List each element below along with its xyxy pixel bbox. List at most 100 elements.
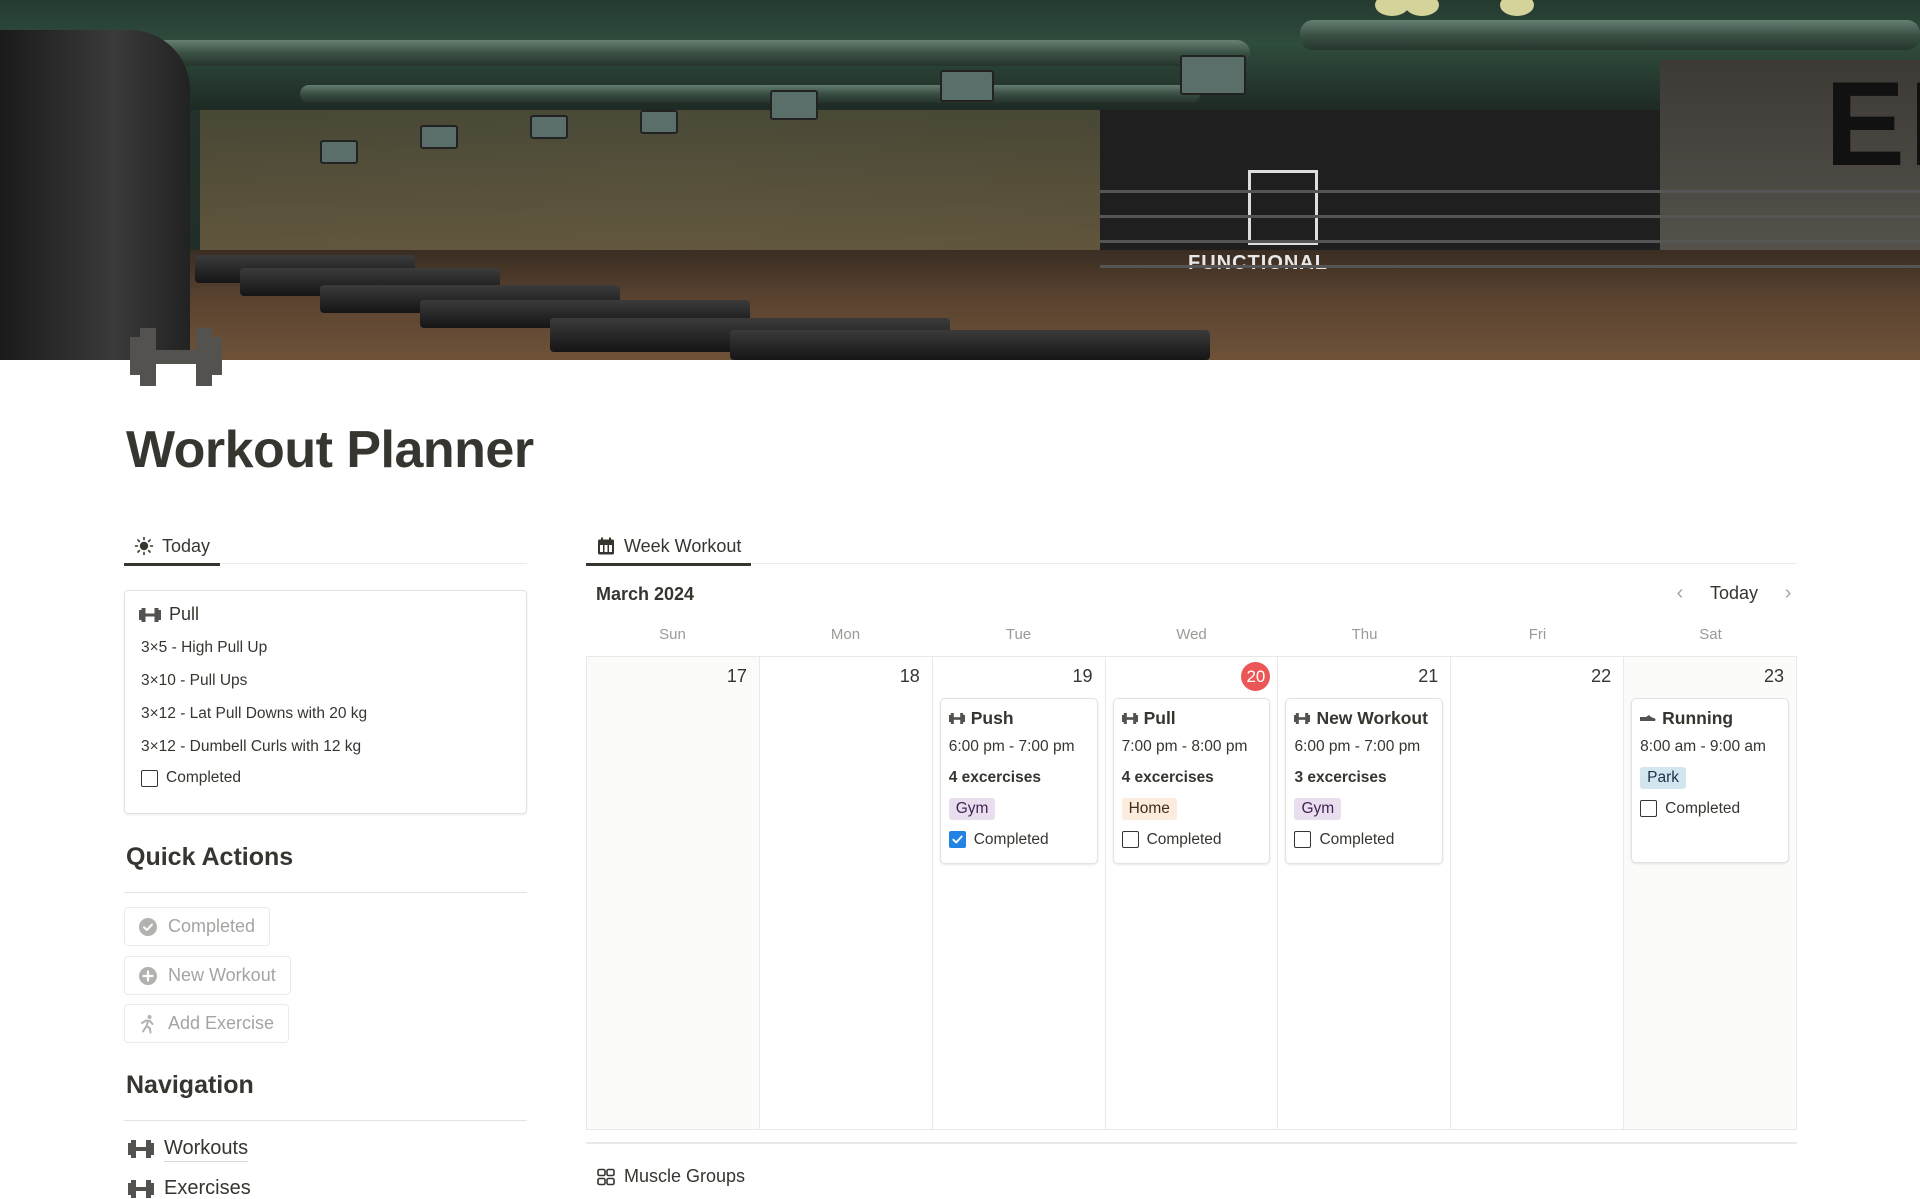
day-number: 22 (1591, 666, 1612, 686)
sun-icon (134, 536, 154, 556)
tab-today[interactable]: Today (124, 528, 221, 566)
event-exercise-count: 3 excercises (1294, 769, 1387, 786)
dow-label: Sat (1699, 626, 1722, 643)
calendar-day-cell[interactable]: 19 Push 6:00 pm - 7:00 pm 4 excercises Gym Co… (932, 657, 1106, 1129)
nav-workouts-link[interactable]: Workouts (128, 1135, 249, 1162)
event-title-text: Running (1662, 707, 1734, 728)
today-completed-checkbox[interactable] (141, 769, 158, 787)
chevron-left-icon[interactable]: ‹ (1670, 582, 1690, 605)
day-number: 21 (1418, 666, 1439, 686)
dumbbell-icon (1294, 712, 1311, 724)
page-title: Workout Planner (126, 421, 534, 479)
event-completed-label: Completed (973, 830, 1049, 848)
calendar-month-label: March 2024 (596, 584, 695, 604)
day-of-week-header: Sun Mon Tue Wed Thu Fri Sat (586, 626, 1797, 643)
event-completed-checkbox[interactable] (1640, 800, 1658, 817)
nav-workouts-label: Workouts (164, 1135, 249, 1162)
calendar-today-button[interactable]: Today (1704, 583, 1764, 604)
event-card[interactable]: Pull 7:00 pm - 8:00 pm 4 excercises Home Com… (1112, 698, 1271, 864)
tab-week-workout[interactable]: Week Workout (586, 528, 752, 566)
section-divider (586, 1142, 1797, 1144)
add-exercise-button[interactable]: Add Exercise (124, 1004, 290, 1043)
event-title: Pull (1121, 705, 1262, 731)
today-date-badge: 20 (1241, 662, 1271, 691)
dumbbell-icon (139, 607, 161, 622)
calendar-day-cell[interactable]: 21 New Workout 6:00 pm - 7:00 pm 3 excercis… (1278, 657, 1452, 1129)
gallery-grid-icon (597, 1168, 615, 1185)
calendar-day-cell[interactable]: 20 Pull 7:00 pm - 8:00 pm 4 excercises Home C… (1105, 657, 1279, 1129)
chevron-right-icon[interactable]: › (1778, 582, 1798, 605)
location-tag: Home (1121, 797, 1177, 820)
dow-label: Wed (1176, 626, 1207, 643)
event-completed-row: Completed (948, 824, 1089, 855)
plus-circle-icon (139, 966, 157, 985)
event-card[interactable]: Push 6:00 pm - 7:00 pm 4 excercises Gym Comp… (939, 698, 1098, 864)
dow-label: Thu (1351, 626, 1378, 643)
tab-today-label: Today (162, 535, 211, 556)
event-completed-checkbox[interactable] (948, 831, 966, 848)
calendar-day-cell[interactable]: 17 (587, 657, 760, 1129)
dumbbell-icon (128, 1139, 154, 1158)
navigation-heading: Navigation (126, 1071, 254, 1099)
quick-actions-divider (124, 892, 527, 893)
event-time: 6:00 pm - 7:00 pm (948, 738, 1075, 755)
page-dumbbell-icon[interactable] (130, 328, 222, 386)
event-card[interactable]: New Workout 6:00 pm - 7:00 pm 3 excercises… (1285, 698, 1444, 864)
event-completed-row: Completed (1640, 793, 1780, 824)
calendar-day-cell[interactable]: 23 Running 8:00 am - 9:00 am Park Completed (1624, 657, 1798, 1129)
event-title: New Workout (1294, 705, 1434, 731)
day-number: 23 (1763, 666, 1785, 686)
event-title-text: New Workout (1316, 707, 1428, 728)
event-exercise-count: 4 excercises (1121, 769, 1214, 786)
nav-exercises-link[interactable]: Exercises (128, 1175, 251, 1199)
dow-label: Sun (659, 626, 686, 643)
today-completed-label: Completed (166, 769, 241, 786)
dow-label: Fri (1528, 626, 1547, 643)
dumbbell-icon (1121, 712, 1138, 724)
event-completed-label: Completed (1319, 830, 1395, 848)
calendar-icon (598, 537, 614, 555)
dumbbell-icon (128, 1179, 154, 1198)
exercise-item: 3×10 - Pull Ups (141, 672, 248, 689)
event-exercise-count: 4 excercises (948, 769, 1041, 786)
cover-image: EM FUNCTIONAL (0, 0, 1920, 360)
nav-exercises-label: Exercises (164, 1175, 251, 1199)
event-time: 7:00 pm - 8:00 pm (1121, 738, 1248, 755)
muscle-groups-label: Muscle Groups (624, 1166, 746, 1186)
today-tabbar: Today (124, 528, 527, 566)
location-tag: Gym (948, 797, 996, 820)
dow-label: Tue (1005, 626, 1032, 643)
event-completed-checkbox[interactable] (1294, 831, 1312, 848)
running-shoe-icon (1640, 714, 1656, 721)
exercise-item: 3×12 - Lat Pull Downs with 20 kg (141, 705, 368, 722)
event-card[interactable]: Running 8:00 am - 9:00 am Park Completed (1631, 698, 1790, 863)
today-card-title-text: Pull (169, 604, 200, 624)
event-title-text: Push (970, 707, 1014, 728)
event-completed-checkbox[interactable] (1121, 831, 1139, 848)
navigation-divider (124, 1120, 527, 1121)
event-title: Push (948, 705, 1089, 731)
add-exercise-button-label: Add Exercise (168, 1013, 275, 1033)
event-completed-row: Completed (1294, 824, 1434, 855)
calendar-day-cell[interactable]: 22 (1451, 657, 1625, 1129)
today-completed-row: Completed (139, 769, 512, 787)
location-tag: Park (1640, 766, 1687, 789)
completed-button[interactable]: Completed (124, 907, 271, 946)
event-title-text: Pull (1143, 707, 1176, 728)
new-workout-button[interactable]: New Workout (124, 956, 291, 995)
check-circle-icon (139, 917, 157, 936)
today-card-title: Pull (139, 604, 512, 625)
event-completed-label: Completed (1665, 799, 1741, 817)
calendar-day-cell[interactable]: 18 (759, 657, 933, 1129)
calendar-nav: ‹ Today › (1670, 582, 1798, 605)
dow-label: Mon (830, 626, 861, 643)
day-number: 17 (726, 666, 747, 686)
today-workout-card[interactable]: Pull 3×5 - High Pull Up 3×10 - Pull Ups … (124, 590, 527, 814)
muscle-groups-view-tab[interactable]: Muscle Groups (596, 1166, 745, 1187)
exercise-item: 3×12 - Dumbell Curls with 12 kg (141, 738, 362, 755)
exercise-item: 3×5 - High Pull Up (141, 639, 268, 656)
event-completed-label: Completed (1146, 830, 1222, 848)
event-time: 6:00 pm - 7:00 pm (1294, 738, 1421, 755)
calendar-week-grid: 17 18 19 Push 6:00 pm - 7:00 pm 4 excercises G… (586, 656, 1798, 1130)
running-person-icon (141, 1014, 154, 1033)
